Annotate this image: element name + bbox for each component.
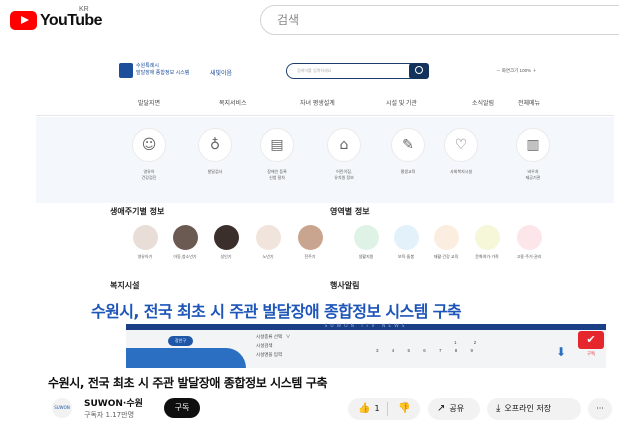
site-nav-item: 발달지면 [138, 101, 161, 107]
youtube-logo[interactable]: YouTube [10, 11, 102, 30]
school-icon: ⌂ [327, 128, 361, 162]
site-nav-all-menu: 전체메뉴 [518, 101, 541, 107]
suwon-logo-icon [119, 63, 133, 78]
life-cycle-title: 생애주기별 정보 [110, 207, 165, 216]
site-nav-item: 자녀 평생설계 [300, 101, 335, 107]
video-title: 수원시, 전국 최초 시 주관 발달장애 종합정보 시스템 구축 [48, 376, 328, 390]
news-caption: 수원시, 전국 최초 시 주관 발달장애 종합정보 시스템 구축 [91, 302, 462, 321]
support-icon [354, 225, 379, 250]
all-ages-icon [298, 225, 323, 250]
icon-label: 어린이집, 유치원 정보 [334, 169, 354, 180]
site-nav-item: 시설 및 기관 [386, 101, 417, 107]
area-label: 재활·건강 교육 [433, 254, 459, 259]
like-icon[interactable]: 👍 [358, 403, 370, 414]
site-nav-item: 복지서비스 [219, 101, 247, 107]
region-code: KR [79, 6, 89, 13]
share-button[interactable]: ↗ 공유 [428, 398, 480, 420]
facility-title: 복지시설 [110, 281, 140, 290]
area-label: 문화여가·가족 [475, 254, 499, 259]
life-label: 전주기 [304, 254, 316, 259]
area-info-title: 영역별 정보 [330, 207, 370, 216]
care-icon [394, 225, 419, 250]
map-district-chip: 장안구 [168, 336, 193, 346]
adult-icon [214, 225, 239, 250]
life-label: 성인기 [220, 254, 232, 259]
infant-icon [133, 225, 158, 250]
channel-name[interactable]: SUWON·수원 [84, 396, 143, 409]
search-input[interactable]: 검색 [260, 5, 619, 35]
map-graphic [126, 348, 246, 368]
icon-label: 영유아 건강검진 [141, 169, 157, 180]
like-count[interactable]: 1 [374, 404, 379, 413]
news-title: 행사알림 [330, 281, 360, 290]
more-actions-button[interactable]: ··· [588, 398, 612, 420]
area-label: 고용·주거·권리 [516, 254, 542, 259]
icon-label: 바우처 제공기관 [525, 169, 541, 180]
youtube-header: YouTube KR 검색 [0, 0, 619, 40]
stethoscope-icon: ♁ [198, 128, 232, 162]
subscriber-count: 구독자 1.17만명 [84, 411, 135, 419]
download-label: 오프라인 저장 [504, 404, 552, 413]
video-player[interactable]: 수원특례시 발달장애 종합정보 시스템 새빛이음 검색어를 입력하세요 － 화면… [36, 46, 614, 368]
senior-icon [256, 225, 281, 250]
event-calendar: 3 4 5 6 7 8 9 [376, 348, 480, 353]
download-button[interactable]: ⤓ 오프라인 저장 [487, 398, 581, 420]
child-icon [173, 225, 198, 250]
site-subtitle: 새빛이음 [210, 71, 233, 77]
icon-label: 사회복지시설 [449, 169, 473, 174]
life-label: 아동,청소년기 [173, 254, 197, 259]
dislike-icon: 👎 [398, 403, 411, 414]
building-icon: ▥ [516, 128, 550, 162]
heart-icon: ♡ [444, 128, 478, 162]
culture-icon [475, 225, 500, 250]
life-label: 노년기 [262, 254, 274, 259]
subscribe-button[interactable]: 구독 [164, 398, 200, 418]
employment-icon [517, 225, 542, 250]
education-icon: ✎ [391, 128, 425, 162]
subscribe-check-icon[interactable]: ✔ [578, 331, 604, 349]
site-search-input: 검색어를 입력하세요 [286, 63, 411, 79]
dislike-button[interactable]: 👎 [392, 398, 416, 420]
share-icon: ↗ [437, 403, 446, 414]
download-icon: ⤓ [496, 403, 501, 414]
site-nav: 발달지면 복지서비스 자녀 평생설계 시설 및 기관 소식알림 전체메뉴 [36, 98, 614, 110]
facility-search-form: 시설종류 선택 ∨ 시설검색 시설명을 입력 [256, 334, 291, 357]
site-search-icon [409, 63, 429, 79]
site-org-name: 수원특례시 발달장애 종합정보 시스템 [136, 63, 190, 76]
rehab-icon [434, 225, 459, 250]
download-arrow-icon: ⬇ [556, 345, 567, 359]
channel-avatar[interactable]: SUWON [52, 398, 72, 418]
site-zoom-control: － 화면크기 100% ＋ [496, 68, 537, 73]
event-calendar-row: 1 2 [454, 340, 485, 345]
life-label: 영유아기 [137, 254, 153, 259]
icon-label: 장애인 등록 신청 절차 [267, 169, 287, 180]
like-divider [387, 402, 388, 416]
icon-label: 평생교육 [400, 169, 416, 174]
site-nav-divider [36, 115, 614, 116]
share-label: 공유 [449, 404, 465, 413]
site-nav-item: 소식알림 [472, 101, 495, 107]
document-icon: ▤ [260, 128, 294, 162]
subscribe-badge-label: 구독 [586, 352, 596, 357]
youtube-wordmark: YouTube [40, 11, 102, 29]
baby-face-icon: ☺ [132, 128, 166, 162]
area-label: 생활지원 [358, 254, 374, 259]
youtube-play-icon [10, 11, 37, 30]
icon-label: 발달검사 [207, 169, 223, 174]
area-label: 보육·돌봄 [397, 254, 415, 259]
